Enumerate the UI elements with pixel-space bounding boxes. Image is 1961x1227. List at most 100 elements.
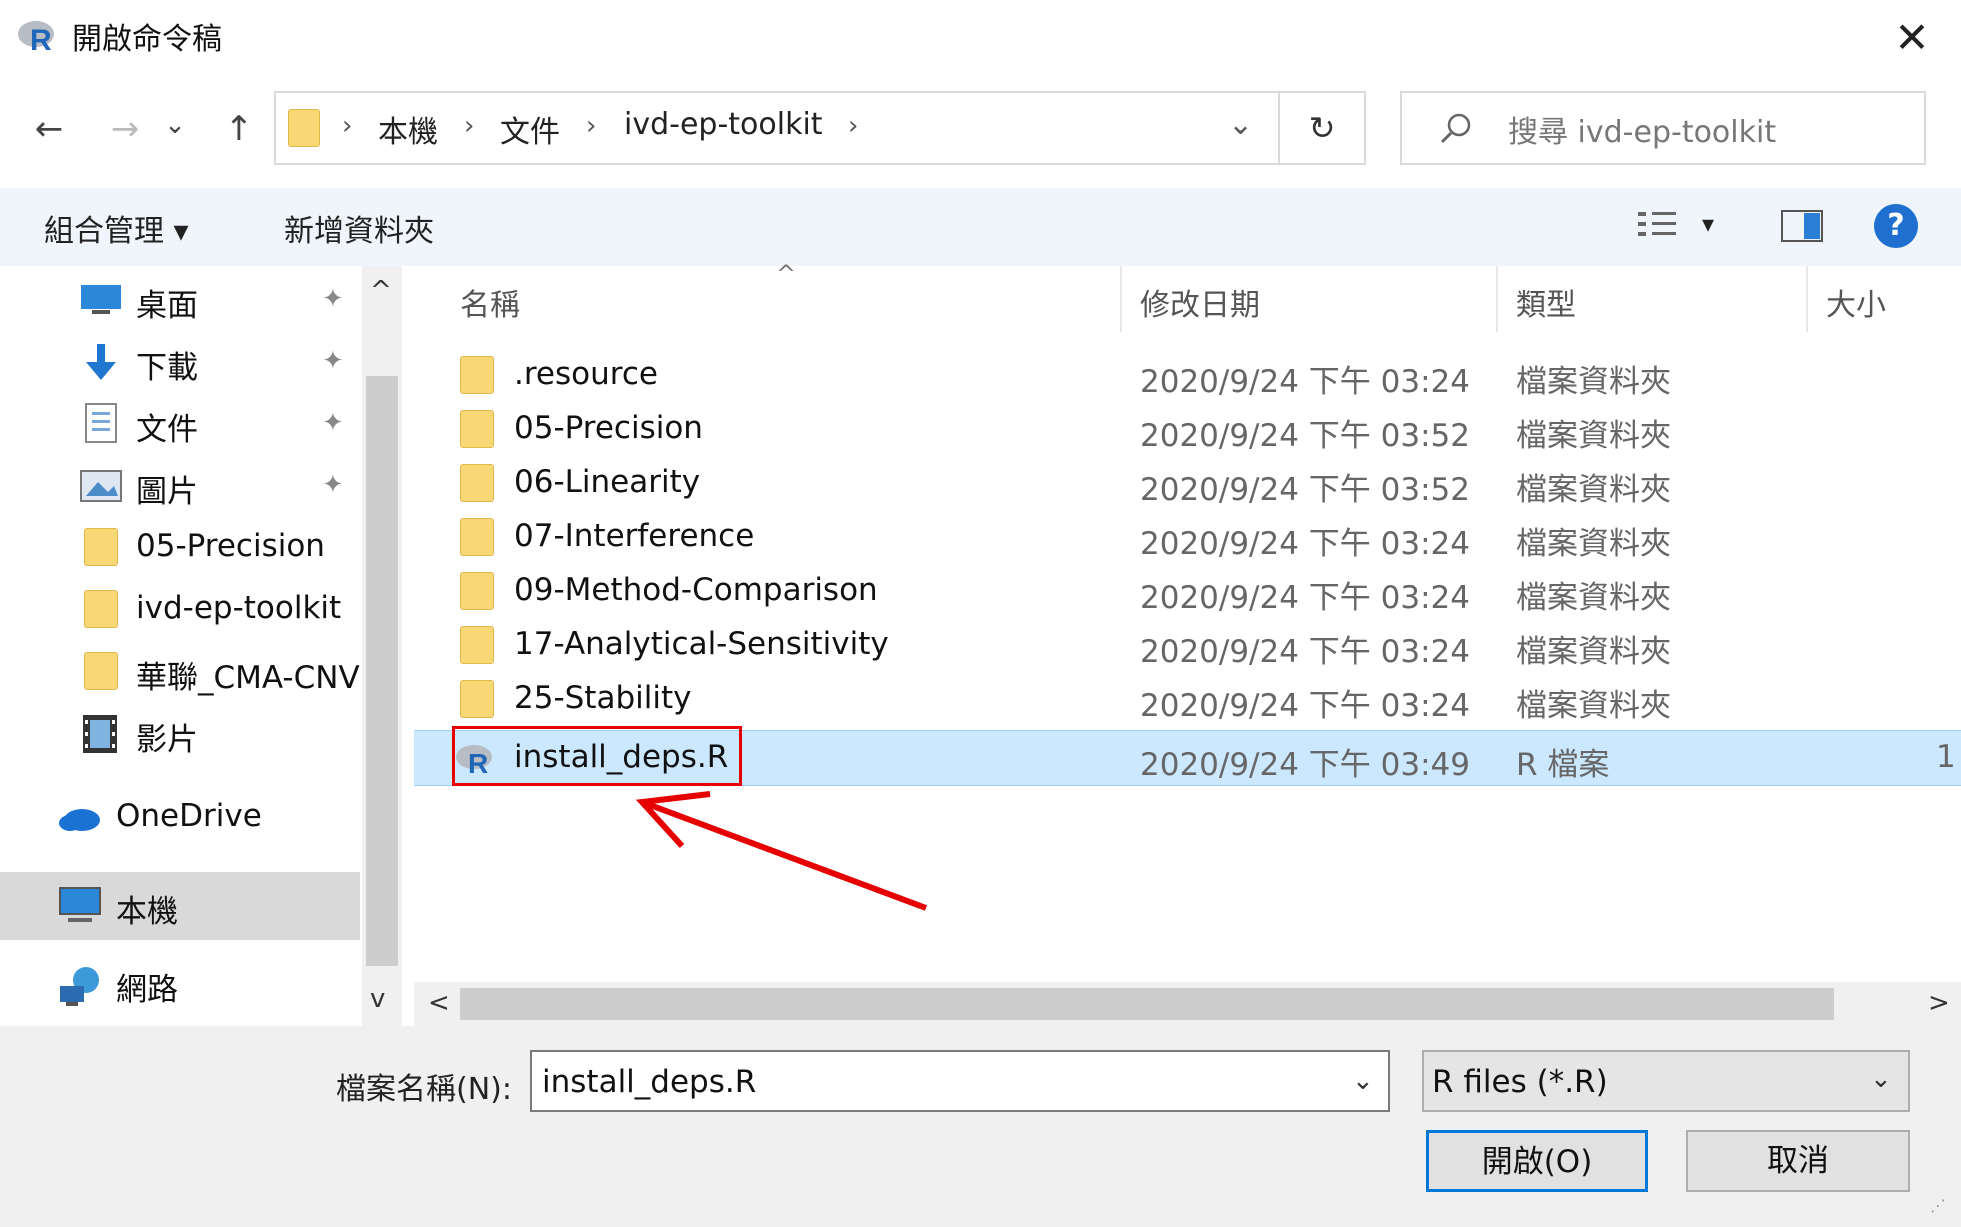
highlight-box <box>452 726 742 786</box>
sidebar-item-cma-cnv[interactable]: 華聯_CMA-CNV <box>0 644 360 700</box>
refresh-button[interactable]: ↻ <box>1280 91 1366 165</box>
sidebar-item-label: 華聯_CMA-CNV <box>136 660 360 696</box>
folder-icon <box>460 464 494 502</box>
column-header-type[interactable]: 類型 <box>1516 280 1576 324</box>
help-icon[interactable]: ? <box>1874 204 1918 248</box>
breadcrumb-ivd-ep-toolkit[interactable]: ivd-ep-toolkit <box>624 107 823 142</box>
file-type-filter[interactable]: R files (*.R) ⌄ <box>1422 1050 1910 1112</box>
address-dropdown-icon[interactable]: ⌄ <box>1228 107 1253 142</box>
open-button[interactable]: 開啟(O) <box>1426 1130 1648 1192</box>
dialog-footer: 檔案名稱(N): install_deps.R ⌄ R files (*.R) … <box>0 1026 1961 1227</box>
pin-icon: ✦ <box>322 284 344 314</box>
filename-input[interactable]: install_deps.R ⌄ <box>530 1050 1390 1112</box>
sidebar-item-documents[interactable]: 文件 ✦ <box>0 396 360 452</box>
folder-icon <box>84 652 118 690</box>
table-row[interactable]: 25-Stability 2020/9/24 下午 03:24 檔案資料夾 <box>414 672 1961 726</box>
table-row[interactable]: 05-Precision 2020/9/24 下午 03:52 檔案資料夾 <box>414 402 1961 456</box>
resize-grip-icon[interactable]: ⋰ <box>1930 1196 1946 1215</box>
column-header-size[interactable]: 大小 <box>1826 280 1886 324</box>
breadcrumb-this-pc[interactable]: 本機 <box>378 107 438 151</box>
sidebar-item-pictures[interactable]: 圖片 ✦ <box>0 458 360 514</box>
file-date: 2020/9/24 下午 03:52 <box>1140 418 1470 454</box>
sidebar-item-desktop[interactable]: 桌面 ✦ <box>0 272 360 328</box>
search-icon <box>1440 113 1471 144</box>
folder-icon <box>84 590 118 628</box>
scrollbar-thumb[interactable] <box>366 376 398 966</box>
sidebar-item-videos[interactable]: 影片 <box>0 706 360 762</box>
sidebar-item-label: 下載 <box>136 350 198 386</box>
table-row[interactable]: 17-Analytical-Sensitivity 2020/9/24 下午 0… <box>414 618 1961 672</box>
file-name: 05-Precision <box>514 410 703 446</box>
view-dropdown-icon[interactable]: ▾ <box>1702 210 1714 238</box>
address-bar[interactable]: › 本機 › 文件 › ivd-ep-toolkit › ⌄ <box>274 91 1280 165</box>
folder-icon <box>460 518 494 556</box>
pictures-icon <box>80 470 122 502</box>
folder-icon <box>84 528 118 566</box>
organize-button[interactable]: 組合管理 ▾ <box>44 206 189 250</box>
table-row[interactable]: .resource 2020/9/24 下午 03:24 檔案資料夾 <box>414 348 1961 402</box>
sidebar-item-this-pc[interactable]: 本機 <box>0 872 360 940</box>
documents-icon <box>85 403 117 443</box>
onedrive-icon <box>59 809 100 831</box>
table-row[interactable]: 09-Method-Comparison 2020/9/24 下午 03:24 … <box>414 564 1961 618</box>
scroll-left-icon[interactable]: < <box>428 988 450 1018</box>
sidebar-item-label: 圖片 <box>136 474 198 510</box>
file-date: 2020/9/24 下午 03:24 <box>1140 580 1470 616</box>
filter-dropdown-icon[interactable]: ⌄ <box>1870 1064 1892 1094</box>
annotation-arrow-icon <box>635 791 928 911</box>
this-pc-icon <box>59 887 101 922</box>
svg-text:R: R <box>30 24 52 57</box>
sidebar-item-onedrive[interactable]: OneDrive <box>0 790 360 846</box>
file-size: 1 <box>1936 739 1956 775</box>
sidebar-item-downloads[interactable]: 下載 ✦ <box>0 334 360 390</box>
file-type: R 檔案 <box>1516 747 1610 783</box>
cancel-button[interactable]: 取消 <box>1686 1130 1910 1192</box>
table-row[interactable]: 06-Linearity 2020/9/24 下午 03:52 檔案資料夾 <box>414 456 1961 510</box>
scrollbar-thumb[interactable] <box>460 988 1834 1020</box>
column-divider[interactable] <box>1120 266 1122 332</box>
file-type: 檔案資料夾 <box>1516 364 1671 400</box>
column-header-name[interactable]: 名稱 <box>460 280 520 324</box>
file-type: 檔案資料夾 <box>1516 418 1671 454</box>
network-icon <box>60 967 99 1006</box>
folder-icon <box>288 109 320 147</box>
column-header-date[interactable]: 修改日期 <box>1140 280 1260 324</box>
new-folder-button[interactable]: 新增資料夾 <box>284 206 434 250</box>
sidebar-item-label: 05-Precision <box>136 528 325 564</box>
file-name: 25-Stability <box>514 680 692 716</box>
file-list-hscrollbar[interactable]: < > <box>414 982 1961 1026</box>
file-name: 07-Interference <box>514 518 755 554</box>
breadcrumb-separator: › <box>586 111 597 141</box>
command-toolbar: 組合管理 ▾ 新增資料夾 ▾ ? <box>0 188 1961 266</box>
column-divider[interactable] <box>1496 266 1498 332</box>
scroll-right-icon[interactable]: > <box>1928 988 1950 1018</box>
folder-icon <box>460 356 494 394</box>
sidebar-item-05-precision[interactable]: 05-Precision <box>0 520 360 576</box>
sidebar-scrollbar[interactable]: ^ v <box>362 266 402 1026</box>
file-type: 檔案資料夾 <box>1516 580 1671 616</box>
file-date: 2020/9/24 下午 03:24 <box>1140 634 1470 670</box>
breadcrumb-separator: › <box>848 111 859 141</box>
download-icon <box>86 344 116 380</box>
breadcrumb-documents[interactable]: 文件 <box>500 107 560 151</box>
view-options-icon[interactable] <box>1636 208 1680 244</box>
file-type: 檔案資料夾 <box>1516 634 1671 670</box>
recent-locations-button[interactable]: ⌄ <box>160 100 190 150</box>
close-button[interactable]: ✕ <box>1888 14 1936 62</box>
folder-icon <box>460 572 494 610</box>
file-name: .resource <box>514 356 658 392</box>
forward-button[interactable]: → <box>100 104 150 154</box>
preview-pane-icon[interactable] <box>1780 208 1824 244</box>
back-button[interactable]: ← <box>24 104 74 154</box>
column-divider[interactable] <box>1806 266 1808 332</box>
pin-icon: ✦ <box>322 408 344 438</box>
sidebar-item-ivd-ep-toolkit[interactable]: ivd-ep-toolkit <box>0 582 360 638</box>
scroll-down-icon[interactable]: v <box>370 984 385 1014</box>
scroll-up-icon[interactable]: ^ <box>370 276 392 306</box>
r-logo-icon: R <box>18 21 54 57</box>
filename-dropdown-icon[interactable]: ⌄ <box>1352 1066 1374 1096</box>
search-box[interactable]: 搜尋 ivd-ep-toolkit <box>1400 91 1926 165</box>
up-button[interactable]: ↑ <box>214 104 264 154</box>
sidebar-item-network[interactable]: 網路 <box>0 956 360 1012</box>
table-row[interactable]: 07-Interference 2020/9/24 下午 03:24 檔案資料夾 <box>414 510 1961 564</box>
